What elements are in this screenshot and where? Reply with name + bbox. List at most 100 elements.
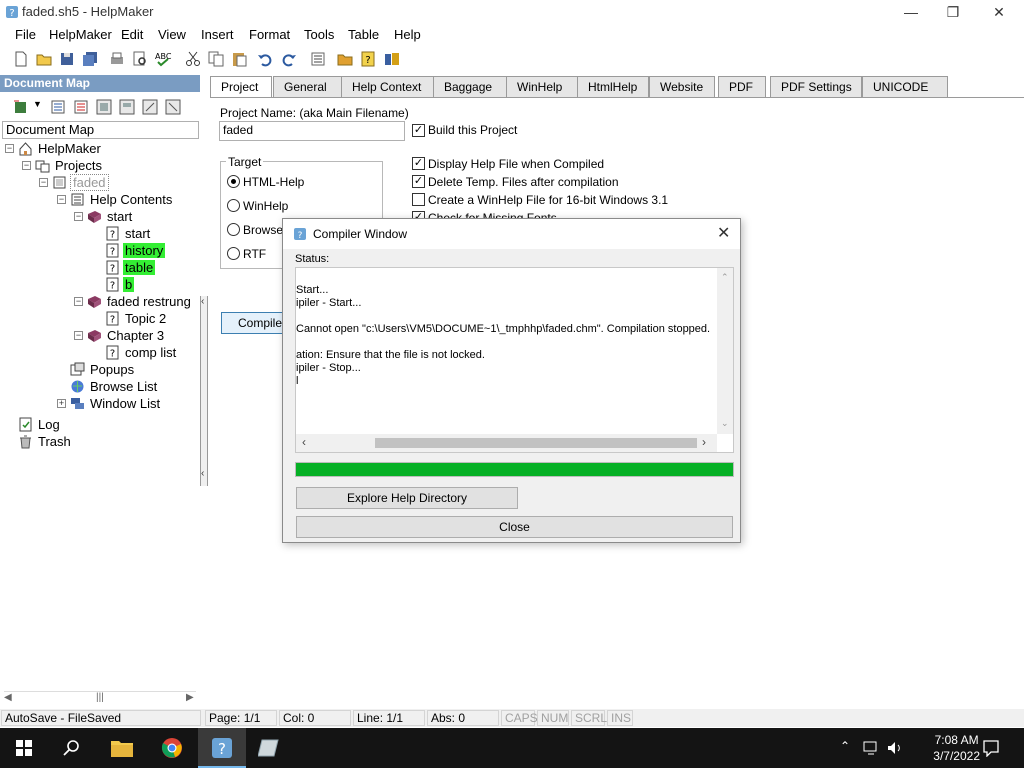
open-folder-icon[interactable] [35, 50, 53, 68]
dialog-close-icon[interactable]: ✕ [717, 223, 730, 243]
tab-unicode[interactable]: UNICODE [862, 76, 948, 98]
tab-winhelp[interactable]: WinHelp [506, 76, 578, 98]
compile-button[interactable]: Compile [221, 312, 287, 334]
explore-help-directory-button[interactable]: Explore Help Directory [296, 487, 518, 509]
menu-file[interactable]: File [15, 27, 36, 42]
system-clock[interactable]: 7:08 AM 3/7/2022 [933, 732, 980, 764]
tree-item[interactable]: start [87, 208, 134, 225]
menu-insert[interactable]: Insert [201, 27, 234, 42]
network-icon[interactable] [862, 740, 880, 756]
tree-expander-icon[interactable]: − [39, 178, 48, 187]
tab-baggage[interactable]: Baggage [433, 76, 507, 98]
collapse-left-icon[interactable]: ‹ [201, 296, 204, 307]
taskbar-helpmaker[interactable]: ? [198, 728, 246, 768]
tree-item[interactable]: Log [18, 416, 62, 433]
tree-item[interactable]: Window List [70, 395, 162, 412]
display-help-checkbox[interactable]: ✓ [412, 157, 425, 170]
scroll-down-arrow-icon[interactable]: ⌄ [721, 418, 729, 429]
tree-item[interactable]: ? table [105, 259, 156, 276]
log-vertical-scrollbar[interactable]: ⌃ ⌄ [717, 268, 733, 434]
new-file-icon[interactable] [12, 50, 30, 68]
scroll-up-arrow-icon[interactable]: ⌃ [721, 272, 729, 283]
target-winhelp-radio[interactable] [227, 199, 240, 212]
tree-item[interactable]: ? Topic 2 [105, 310, 168, 327]
copy-icon[interactable] [207, 50, 225, 68]
menu-tools[interactable]: Tools [304, 27, 334, 42]
volume-icon[interactable] [886, 740, 904, 756]
dropdown-arrow-icon[interactable]: ▼ [33, 99, 42, 109]
tab-website[interactable]: Website [649, 76, 715, 98]
tree-expander-icon[interactable]: − [22, 161, 31, 170]
create-winhelp-checkbox[interactable] [412, 193, 425, 206]
folder-icon[interactable] [336, 50, 354, 68]
help-icon[interactable]: ? [359, 50, 377, 68]
tray-expand-icon[interactable]: ⌃ [840, 739, 850, 753]
move-first-icon[interactable] [96, 99, 112, 115]
tree-item[interactable]: Trash [18, 433, 73, 450]
cut-icon[interactable] [184, 50, 202, 68]
target-htmlhelp-radio[interactable] [227, 175, 240, 188]
move-up-icon[interactable] [119, 99, 135, 115]
tab-project[interactable]: Project [210, 76, 272, 98]
scroll-right-arrow-icon[interactable]: ▶ [186, 692, 194, 703]
tree-expander-icon[interactable]: + [57, 399, 66, 408]
tree-item[interactable]: Chapter 3 [87, 327, 166, 344]
tab-pdf-settings[interactable]: PDF Settings [770, 76, 862, 98]
tree-item[interactable]: Popups [70, 361, 136, 378]
minimize-button[interactable]: — [888, 0, 934, 24]
compiler-log[interactable]: Start... ipiler - Start... Cannot open "c… [295, 267, 734, 453]
move-down-icon[interactable] [142, 99, 158, 115]
tab-general[interactable]: General [273, 76, 343, 98]
start-button[interactable] [0, 728, 48, 768]
save-icon[interactable] [58, 50, 76, 68]
build-project-checkbox[interactable]: ✓ [412, 124, 425, 137]
pane-splitter[interactable]: ‹ ‹ [200, 296, 208, 486]
log-scroll-left-icon[interactable]: ‹ [302, 435, 306, 449]
menu-edit[interactable]: Edit [121, 27, 143, 42]
tree-item[interactable]: ? b [105, 276, 135, 293]
menu-view[interactable]: View [158, 27, 186, 42]
menu-helpmaker[interactable]: HelpMaker [49, 27, 112, 42]
menu-table[interactable]: Table [348, 27, 379, 42]
tree-expander-icon[interactable]: − [74, 331, 83, 340]
taskbar-chrome[interactable] [148, 728, 196, 768]
project-name-input[interactable]: faded [219, 121, 405, 141]
edit-item-icon[interactable] [50, 99, 66, 115]
notifications-icon[interactable] [982, 739, 1000, 757]
delete-temp-checkbox[interactable]: ✓ [412, 175, 425, 188]
redo-icon[interactable] [280, 50, 298, 68]
tree-item[interactable]: faded restrung [87, 293, 193, 310]
tree-expander-icon[interactable]: − [74, 212, 83, 221]
tab-help-context[interactable]: Help Context [341, 76, 437, 98]
print-preview-icon[interactable] [131, 50, 149, 68]
paste-icon[interactable] [230, 50, 248, 68]
print-icon[interactable] [108, 50, 126, 68]
scroll-thumb-grip-icon[interactable]: ||| [96, 692, 104, 703]
move-last-icon[interactable] [165, 99, 181, 115]
undo-icon[interactable] [256, 50, 274, 68]
compile-icon[interactable] [383, 50, 401, 68]
log-scroll-thumb[interactable] [375, 438, 697, 448]
target-rtf-radio[interactable] [227, 247, 240, 260]
tab-htmlhelp[interactable]: HtmlHelp [577, 76, 649, 98]
document-map-selector[interactable]: Document Map [2, 121, 199, 139]
tree-item[interactable]: faded [52, 174, 109, 191]
add-item-icon[interactable] [12, 99, 28, 115]
properties-icon[interactable] [309, 50, 327, 68]
close-window-button[interactable]: ✕ [976, 0, 1022, 24]
close-button[interactable]: Close [296, 516, 733, 538]
menu-format[interactable]: Format [249, 27, 290, 42]
taskbar-file-explorer[interactable] [98, 728, 146, 768]
tree-item[interactable]: HelpMaker [18, 140, 103, 157]
save-all-icon[interactable] [81, 50, 99, 68]
tree-item[interactable]: Projects [35, 157, 104, 174]
list-item-icon[interactable] [73, 99, 89, 115]
collapse-left-bottom-icon[interactable]: ‹ [201, 468, 204, 479]
tree-horizontal-scrollbar[interactable]: ◀ ||| ▶ [4, 691, 196, 707]
scroll-left-arrow-icon[interactable]: ◀ [4, 692, 12, 703]
tree-item[interactable]: Help Contents [70, 191, 174, 208]
tree-item[interactable]: ? start [105, 225, 152, 242]
taskbar-compiler[interactable] [246, 728, 294, 768]
log-horizontal-scrollbar[interactable]: ‹ › [296, 434, 717, 452]
tree-expander-icon[interactable]: − [5, 144, 14, 153]
